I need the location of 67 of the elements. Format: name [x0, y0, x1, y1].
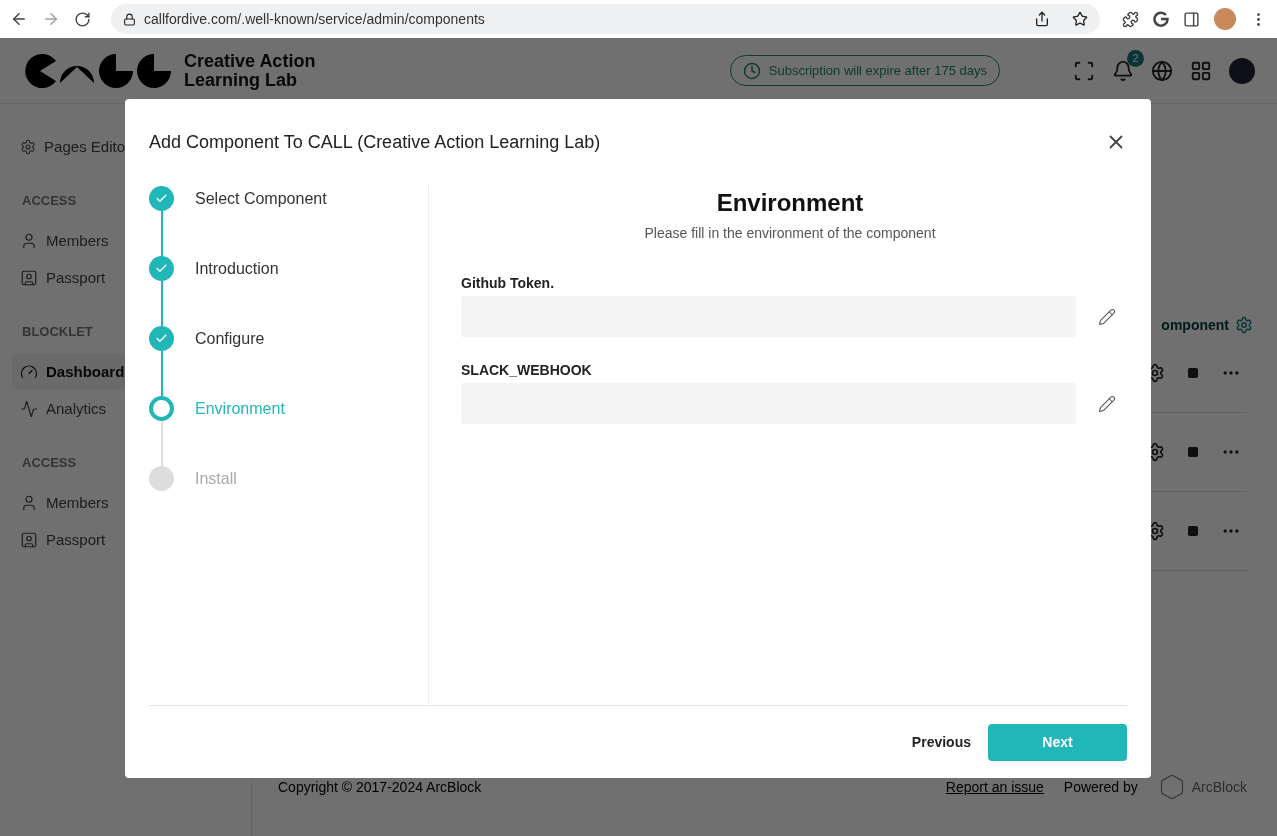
step-label: Install	[195, 469, 237, 489]
puzzle-icon[interactable]	[1122, 10, 1139, 28]
section-subtitle: Please fill in the environment of the component	[643, 225, 937, 241]
section-heading: BLOCKLET	[22, 324, 93, 339]
sidebar-label: Passport	[46, 269, 106, 286]
field-label: SLACK_WEBHOOK	[461, 362, 593, 378]
id-card-icon	[20, 530, 38, 549]
user-icon	[20, 493, 38, 512]
user-icon	[20, 231, 38, 250]
step-label: Environment	[195, 399, 285, 419]
sidebar-item[interactable]: Analytics	[12, 390, 125, 427]
bell-icon[interactable]	[1112, 59, 1134, 82]
sidebar-item[interactable]: Passport	[12, 259, 125, 296]
forward-icon[interactable]	[42, 10, 60, 28]
sidebar-label: Passport	[46, 531, 106, 548]
clock-icon	[742, 61, 761, 80]
stop-icon[interactable]	[1187, 446, 1199, 458]
powered-by-text: Powered by	[1063, 779, 1138, 795]
url-text: callfordive.com/.well-known/service/admin/components	[144, 11, 486, 27]
section-heading: ACCESS	[22, 455, 77, 470]
star-icon[interactable]	[1072, 11, 1088, 27]
notification-badge: 2	[1127, 49, 1144, 67]
lock-icon	[123, 12, 136, 26]
sidebar-label: Members	[46, 232, 109, 249]
brand-text: ArcBlock	[1191, 779, 1247, 795]
report-link[interactable]: Report an issue	[945, 779, 1044, 795]
sidebar-label: Members	[46, 494, 109, 511]
address-bar[interactable]: callfordive.com/.well-known/service/admin/components	[111, 4, 1100, 34]
settings-icon	[20, 137, 37, 156]
brand-name: Creative Action Learning Lab	[184, 51, 317, 90]
share-icon[interactable]	[1034, 11, 1050, 27]
sidebar-item[interactable]: Members	[12, 484, 125, 521]
chart-line-icon	[20, 399, 38, 418]
sidebar-label: Dashboard	[46, 363, 125, 380]
grid-icon[interactable]	[1190, 59, 1212, 82]
sidebar-label: Analytics	[46, 400, 107, 417]
reload-icon[interactable]	[74, 10, 91, 28]
step-label: Configure	[195, 329, 265, 349]
fullscreen-icon[interactable]	[1073, 59, 1095, 82]
next-button[interactable]: Next	[988, 723, 1127, 761]
profile-avatar[interactable]	[1214, 8, 1236, 30]
previous-button[interactable]: Previous	[911, 726, 971, 758]
dialog-title: Add Component To CALL (Creative Action Learning Lab)	[149, 131, 601, 153]
step-label: Select Component	[195, 189, 327, 209]
section-heading: Environment	[715, 189, 865, 217]
sidebar-label: Pages Edito	[44, 138, 125, 155]
sidebar-item[interactable]: Members	[12, 222, 125, 259]
field-label: Github Token.	[461, 275, 556, 291]
side-panel-icon[interactable]	[1183, 10, 1200, 28]
back-icon[interactable]	[10, 10, 28, 28]
edit-button[interactable]	[1098, 394, 1116, 413]
extension-icon[interactable]	[1153, 11, 1169, 27]
copyright-text: Copyright © 2017-2024 ArcBlock	[278, 779, 482, 795]
stop-icon[interactable]	[1187, 367, 1199, 379]
sidebar-item[interactable]: Passport	[12, 521, 125, 558]
gauge-icon	[20, 362, 38, 381]
user-avatar[interactable]	[1229, 57, 1255, 84]
section-heading: ACCESS	[22, 193, 77, 208]
subscription-text: Subscription will expire after 175 days	[768, 63, 987, 78]
globe-icon[interactable]	[1151, 59, 1173, 82]
sidebar-item[interactable]: Dashboard	[12, 353, 125, 390]
step-label: Introduction	[195, 259, 279, 279]
stop-icon[interactable]	[1187, 525, 1199, 537]
section-title: omponent	[1161, 317, 1229, 333]
id-card-icon	[20, 268, 38, 287]
edit-button[interactable]	[1098, 307, 1116, 326]
sidebar-item[interactable]: Pages Edito	[12, 128, 125, 165]
